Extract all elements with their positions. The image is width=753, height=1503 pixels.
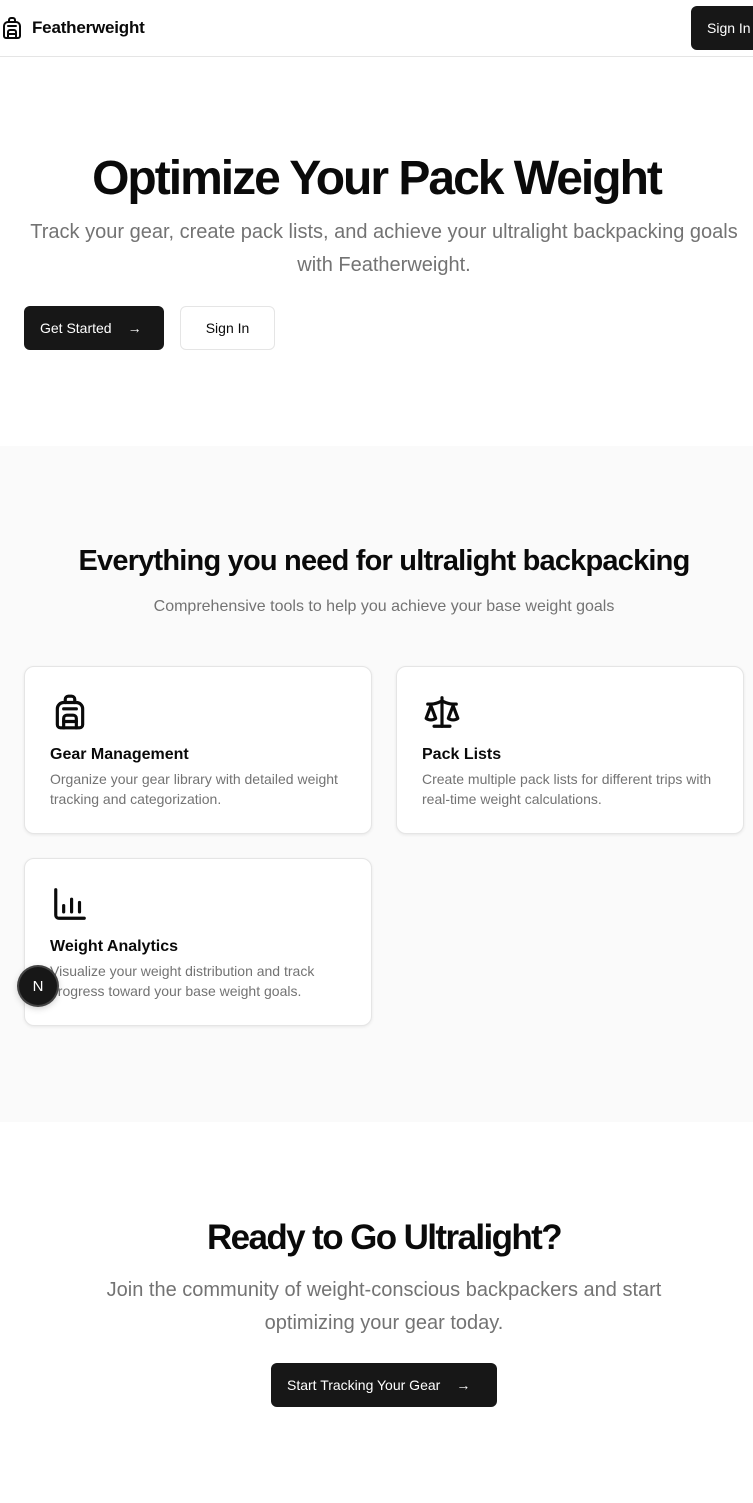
hero-title: Optimize Your Pack Weight <box>92 152 663 205</box>
get-started-button[interactable]: Get Started → <box>24 306 164 350</box>
card-description: Create multiple pack lists for different… <box>422 771 712 807</box>
feature-card-pack-lists: Pack Lists Create multiple pack lists fo… <box>396 666 744 834</box>
backpack-icon <box>3 17 21 39</box>
get-started-label: Get Started <box>40 320 112 336</box>
site-header: Featherweight Sign In <box>0 0 753 57</box>
card-title: Gear Management <box>50 746 189 763</box>
header-sign-in-button[interactable]: Sign In <box>691 6 753 50</box>
card-title: Pack Lists <box>422 746 502 763</box>
features-section: Everything you need for ultralight backp… <box>0 446 753 1122</box>
start-tracking-button[interactable]: Start Tracking Your Gear → <box>271 1363 497 1407</box>
feature-card-weight-analytics: Weight Analytics Visualize your weight d… <box>24 858 372 1026</box>
feature-card-gear-management: Gear Management Organize your gear libra… <box>24 666 372 834</box>
card-title: Weight Analytics <box>50 938 179 955</box>
bar-chart-icon <box>54 888 86 920</box>
card-description: Organize your gear library with detailed… <box>50 771 338 807</box>
brand-logo-link[interactable]: Featherweight <box>0 14 145 42</box>
hero-subtitle: Track your gear, create pack lists, and … <box>30 221 738 276</box>
features-subtitle: Comprehensive tools to help you achieve … <box>153 598 615 615</box>
hero-sign-in-button[interactable]: Sign In <box>180 306 275 350</box>
backpack-icon <box>55 694 85 730</box>
cta-subtitle: Join the community of weight-conscious b… <box>106 1279 662 1334</box>
features-title: Everything you need for ultralight backp… <box>78 545 691 577</box>
arrow-right-icon: → <box>127 320 142 336</box>
dev-tools-badge[interactable]: N <box>19 967 57 1005</box>
card-description: Visualize your weight distribution and t… <box>50 963 315 999</box>
brand-name: Featherweight <box>32 18 145 37</box>
scale-icon <box>424 696 460 728</box>
start-tracking-label: Start Tracking Your Gear <box>287 1377 441 1393</box>
arrow-right-icon: → <box>456 1377 471 1393</box>
cta-title: Ready to Go Ultralight? <box>206 1218 563 1257</box>
